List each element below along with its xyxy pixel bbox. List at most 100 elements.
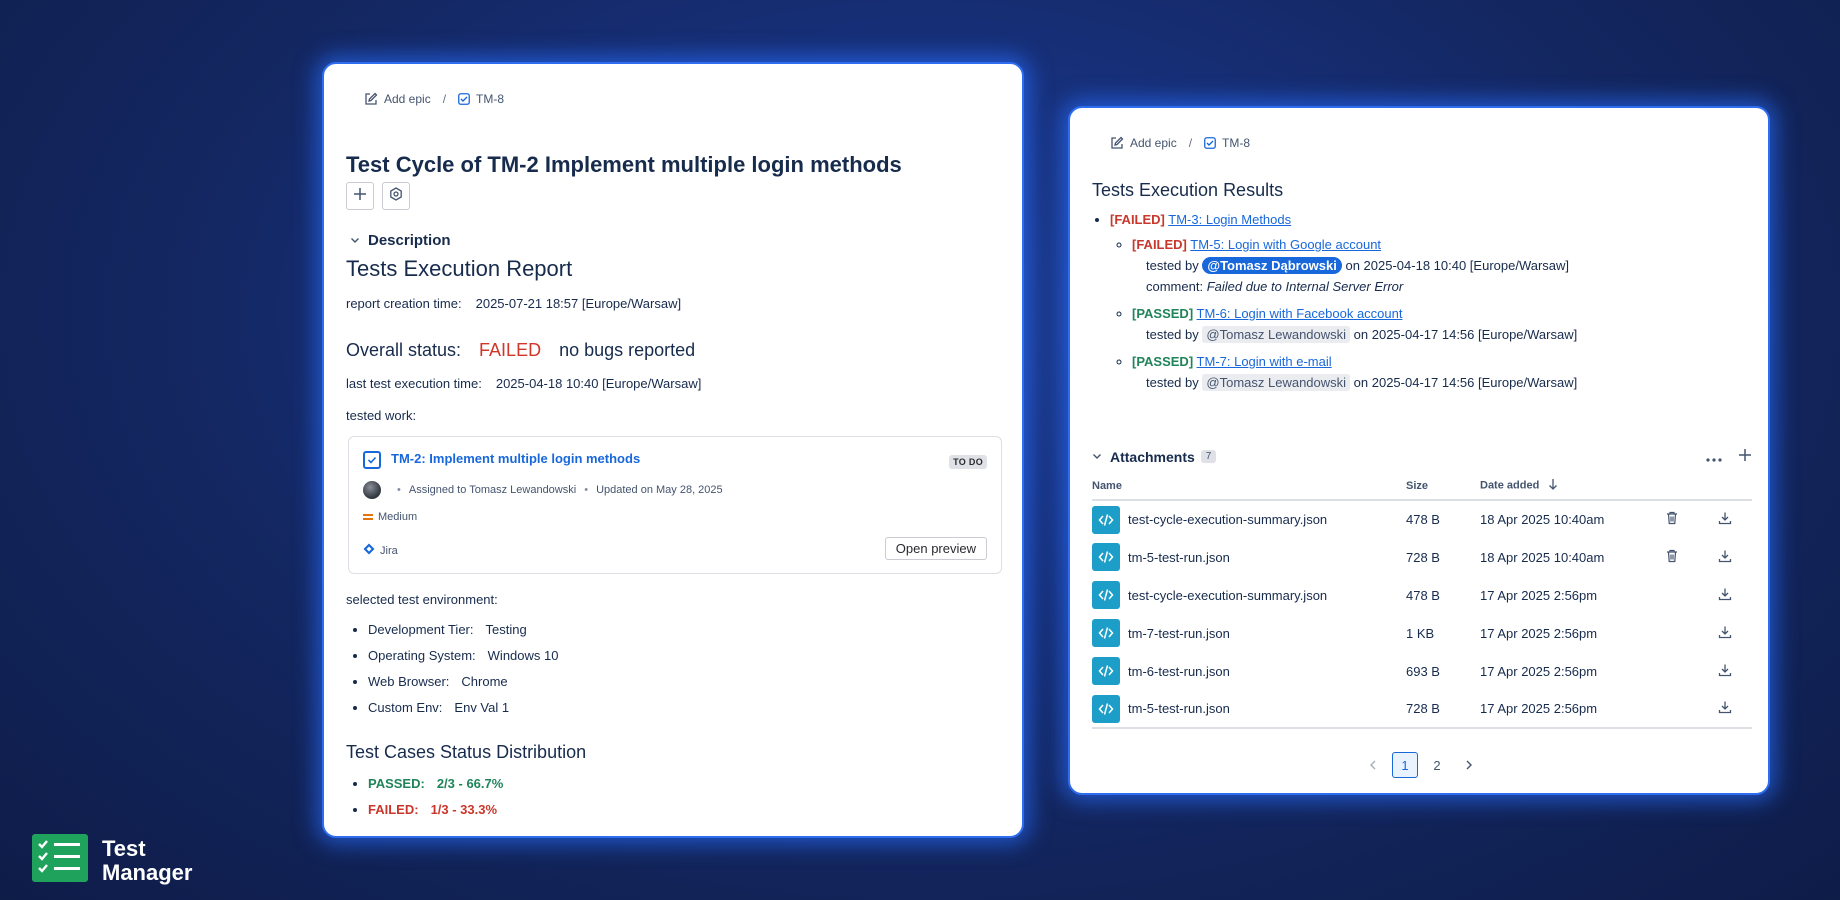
- distribution-list: PASSED: 2/3 - 66.7% FAILED: 1/3 - 33.3%: [346, 776, 503, 828]
- more-icon[interactable]: [1706, 446, 1722, 467]
- user-mention[interactable]: @Tomasz Dąbrowski: [1202, 257, 1342, 274]
- settings-icon: [389, 186, 403, 206]
- description-toggle[interactable]: Description: [350, 232, 451, 249]
- list-item: [PASSED] TM-6: Login with Facebook accou…: [1132, 306, 1752, 343]
- tested-by-line: tested by @Tomasz Dąbrowski on 2025-04-1…: [1132, 257, 1752, 274]
- task-icon: [1204, 137, 1216, 149]
- overall-status-value: FAILED: [479, 340, 542, 360]
- passed-value: 2/3 - 66.7%: [436, 776, 504, 791]
- file-name-cell[interactable]: test-cycle-execution-summary.json: [1092, 576, 1406, 614]
- table-row[interactable]: tm-6-test-run.json 693 B 17 Apr 2025 2:56p…: [1092, 652, 1752, 690]
- list-item: Development Tier: Testing: [368, 622, 558, 637]
- list-item: Web Browser: Chrome: [368, 674, 558, 689]
- distribution-heading: Test Cases Status Distribution: [346, 742, 587, 762]
- add-epic-label: Add epic: [384, 92, 431, 106]
- table-row[interactable]: test-cycle-execution-summary.json 478 B 17…: [1092, 576, 1752, 614]
- source-label: Jira: [380, 544, 398, 557]
- test-results-panel: Add epic / TM-8 Tests Execution Results …: [1068, 106, 1770, 795]
- user-mention[interactable]: @Tomasz Lewandowski: [1202, 374, 1351, 391]
- download-column-header: [1698, 472, 1752, 501]
- env-value: Windows 10: [487, 648, 559, 663]
- table-row[interactable]: test-cycle-execution-summary.json 478 B 18…: [1092, 500, 1752, 538]
- add-button[interactable]: [346, 182, 374, 210]
- download-icon[interactable]: [1718, 664, 1732, 680]
- test-link[interactable]: TM-6: Login with Facebook account: [1197, 306, 1403, 321]
- file-name[interactable]: tm-6-test-run.json: [1128, 664, 1230, 679]
- failed-value: 1/3 - 33.3%: [430, 802, 498, 817]
- chevron-down-icon: [350, 232, 360, 249]
- add-epic-link[interactable]: Add epic: [1110, 136, 1177, 150]
- test-link[interactable]: TM-7: Login with e-mail: [1197, 354, 1332, 369]
- list-item: Custom Env: Env Val 1: [368, 700, 558, 715]
- download-icon[interactable]: [1718, 626, 1732, 642]
- attachments-actions: [1706, 446, 1752, 467]
- work-item-link[interactable]: TM-2: Implement multiple login methods: [391, 451, 640, 466]
- chevron-down-icon[interactable]: [1092, 448, 1102, 466]
- report-heading: Tests Execution Report: [346, 256, 573, 281]
- name-column-header[interactable]: Name: [1092, 472, 1406, 501]
- tested-by-line: tested by @Tomasz Lewandowski on 2025-04…: [1132, 326, 1752, 343]
- priority-medium-icon: [363, 514, 373, 520]
- tested-time: on 2025-04-17 14:56 [Europe/Warsaw]: [1353, 375, 1578, 390]
- page-button[interactable]: 1: [1392, 752, 1418, 778]
- file-name-cell[interactable]: tm-5-test-run.json: [1092, 538, 1406, 576]
- add-epic-label: Add epic: [1130, 136, 1177, 150]
- download-cell: [1698, 576, 1752, 614]
- creation-time-row: report creation time: 2025-07-21 18:57 [E…: [346, 296, 681, 311]
- download-icon[interactable]: [1718, 550, 1732, 566]
- creation-time-label: report creation time:: [346, 296, 462, 311]
- list-item: [FAILED] TM-5: Login with Google account…: [1132, 237, 1752, 294]
- brand-logo: Test Manager: [32, 834, 192, 887]
- issue-key-link[interactable]: TM-8: [458, 92, 504, 106]
- add-epic-link[interactable]: Add epic: [364, 92, 431, 106]
- file-name-cell[interactable]: tm-6-test-run.json: [1092, 652, 1406, 690]
- trash-icon[interactable]: [1666, 549, 1678, 566]
- user-mention[interactable]: @Tomasz Lewandowski: [1202, 326, 1351, 343]
- brand-line-2: Manager: [102, 859, 193, 885]
- attachments-header: Attachments 7: [1092, 446, 1752, 467]
- trash-icon[interactable]: [1666, 511, 1678, 528]
- jira-icon: [363, 543, 375, 558]
- file-name-cell[interactable]: tm-7-test-run.json: [1092, 614, 1406, 652]
- download-icon[interactable]: [1718, 701, 1732, 717]
- file-name[interactable]: tm-5-test-run.json: [1128, 550, 1230, 565]
- list-item: PASSED: 2/3 - 66.7%: [368, 776, 503, 791]
- open-preview-button[interactable]: Open preview: [884, 537, 987, 560]
- download-cell: [1698, 652, 1752, 690]
- issue-key-link[interactable]: TM-8: [1204, 136, 1250, 150]
- work-item-card: TM-2: Implement multiple login methods T…: [348, 436, 1002, 574]
- comment-label: comment:: [1146, 279, 1204, 294]
- last-exec-value: 2025-04-18 10:40 [Europe/Warsaw]: [495, 376, 702, 391]
- table-row[interactable]: tm-7-test-run.json 1 KB 17 Apr 2025 2:56pm: [1092, 614, 1752, 652]
- comment-text: Failed due to Internal Server Error: [1206, 279, 1404, 294]
- file-name-cell[interactable]: tm-5-test-run.json: [1092, 690, 1406, 729]
- file-name[interactable]: tm-7-test-run.json: [1128, 626, 1230, 641]
- env-value: Chrome: [461, 674, 508, 689]
- arrow-down-icon: [1548, 478, 1558, 493]
- next-page-button[interactable]: [1456, 752, 1482, 778]
- env-label: selected test environment:: [346, 592, 498, 607]
- edit-icon: [364, 92, 378, 106]
- download-icon[interactable]: [1718, 512, 1732, 528]
- date-column-header[interactable]: Date added: [1480, 472, 1646, 501]
- download-icon[interactable]: [1718, 588, 1732, 604]
- page-button[interactable]: 2: [1424, 752, 1450, 778]
- table-row[interactable]: tm-5-test-run.json 728 B 17 Apr 2025 2:56p…: [1092, 690, 1752, 729]
- date-added-cell: 17 Apr 2025 2:56pm: [1480, 625, 1598, 641]
- test-link[interactable]: TM-5: Login with Google account: [1190, 237, 1381, 252]
- delete-cell: [1646, 500, 1698, 538]
- test-link[interactable]: TM-3: Login Methods: [1168, 212, 1291, 227]
- size-column-header[interactable]: Size: [1406, 472, 1480, 501]
- tested-by-label: tested by: [1146, 375, 1199, 390]
- file-name-cell[interactable]: test-cycle-execution-summary.json: [1092, 500, 1406, 538]
- apps-button[interactable]: [382, 182, 410, 210]
- prev-page-button[interactable]: [1360, 752, 1386, 778]
- file-name[interactable]: test-cycle-execution-summary.json: [1128, 512, 1327, 527]
- env-key: Web Browser:: [368, 674, 450, 689]
- file-name[interactable]: test-cycle-execution-summary.json: [1128, 588, 1327, 603]
- plus-icon[interactable]: [1738, 446, 1752, 467]
- last-exec-label: last test execution time:: [346, 376, 482, 391]
- file-name[interactable]: tm-5-test-run.json: [1128, 701, 1230, 716]
- bugs-text: no bugs reported: [559, 340, 696, 360]
- table-row[interactable]: tm-5-test-run.json 728 B 18 Apr 2025 10:40…: [1092, 538, 1752, 576]
